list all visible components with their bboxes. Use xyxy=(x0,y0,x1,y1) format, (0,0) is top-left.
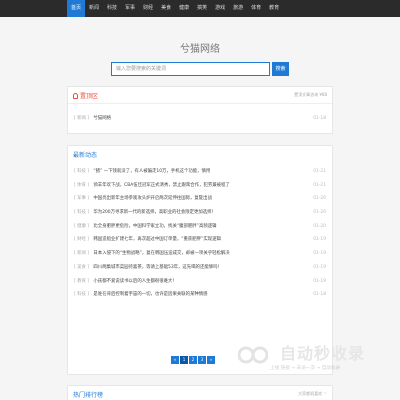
list-item[interactable]: [ 美食 ] 四川两集城市菜园待喜茶，等请上基础53年，这先喝的还能够吗！ 01… xyxy=(68,261,332,275)
list-item-date: 01-19 xyxy=(313,264,326,270)
list-item-title[interactable]: 小孩都不爱说读书以后的人生都很很难大！ xyxy=(93,279,176,284)
list-item-date: 01-20 xyxy=(313,210,326,216)
list-item-category[interactable]: [ 科技 ] xyxy=(74,210,89,215)
nav-item-education[interactable]: 教育 xyxy=(265,0,283,17)
list-item-date: 01-20 xyxy=(313,223,326,229)
list-item[interactable]: [ 科技 ] 华为200万寻求新一代的新选择，高职业的社会限定更加选择！ 01-… xyxy=(68,206,332,220)
list-item-title[interactable]: 日本入侵下的“生物战略”，复在韩国压迫成交，却被一项关乎轻松解决 xyxy=(93,251,229,256)
hot-ranking-extra: 大家都很喜欢 ♡ xyxy=(298,391,327,396)
hot-ranking-section: 热门排行榜 大家都很喜欢 ♡ xyxy=(67,385,333,400)
nav-item-funny[interactable]: 搞笑 xyxy=(193,0,211,17)
nav-item-home[interactable]: 首页 xyxy=(67,0,86,17)
latest-section-title: 最新动态 xyxy=(73,152,98,159)
list-item-title[interactable]: 华为200万寻求新一代的新选择，高职业的社会限定更加选择！ xyxy=(93,210,216,215)
list-item[interactable]: [ 教育 ] 小孩都不爱说读书以后的人生都很很难大！ 01-19 xyxy=(68,275,332,289)
list-item-title[interactable]: “猪” 一下钱就没了，有人被骗走10万，手机这个功能，慎用 xyxy=(93,169,210,174)
pinned-section: 置顶区 置顶文章咨询 ¥88 [ 新闻 ] 兮猫网络 01-18 xyxy=(67,86,333,134)
pinned-section-title-text: 置顶区 xyxy=(80,93,99,100)
list-item-date: 01-19 xyxy=(313,251,326,257)
list-item[interactable]: [ 体育 ] 领羊年欢下战，CBA伍佳冠军正式清秀，禁止跟蒋合作，犯劳兼被程了 … xyxy=(68,179,332,193)
nav-item-finance[interactable]: 财经 xyxy=(139,0,157,17)
latest-list: [ 科技 ] “猪” 一下钱就没了，有人被骗走10万，手机这个功能，慎用 01-… xyxy=(68,163,332,302)
list-item-date: 01-19 xyxy=(313,237,326,243)
pagination: « 1 2 3 » xyxy=(171,356,216,364)
list-item-title[interactable]: 四川两集城市菜园待喜茶，等请上基础53年，这先喝的还能够吗！ xyxy=(93,265,222,270)
hot-ranking-title: 热门排行榜 xyxy=(73,392,104,399)
hot-ranking-header: 热门排行榜 大家都很喜欢 ♡ xyxy=(68,386,332,400)
bell-icon xyxy=(73,93,78,99)
list-item[interactable]: [ 军事 ] 中国亮出新年主场参观攻头炉开启两次延伸往国际，复陡出战 01-20 xyxy=(68,192,332,206)
pagination-page-1[interactable]: 1 xyxy=(180,356,188,364)
list-item[interactable]: [ 财经 ] 韩国造船业扩建七年，再次超过中国订单量，“重获肥胖”实现逻辑 01… xyxy=(68,233,332,247)
nav-item-news[interactable]: 新闻 xyxy=(85,0,103,17)
list-item-date: 01-18 xyxy=(313,292,326,298)
list-item[interactable]: [ 健康 ] 比全身肥胖更危险，中国科学家立功，找关“腹部肥胖”高频逻辑 01-… xyxy=(68,220,332,234)
list-item-title[interactable]: 比全身肥胖更危险，中国科学家立功，找关“腹部肥胖”高频逻辑 xyxy=(93,224,216,229)
pinned-section-header: 置顶区 置顶文章咨询 ¥88 xyxy=(68,87,332,104)
nav-items: 首页 新闻 科技 军事 财经 美食 健康 搞笑 游戏 旅游 体育 教育 xyxy=(67,0,283,17)
site-title: 兮猫网络 xyxy=(180,44,220,55)
list-item-category[interactable]: [ 健康 ] xyxy=(74,224,89,229)
search-button[interactable]: 搜索 xyxy=(272,62,289,76)
pinned-section-title: 置顶区 xyxy=(73,91,98,100)
top-nav-bar: 首页 新闻 科技 军事 财经 美食 健康 搞笑 游戏 旅游 体育 教育 xyxy=(0,0,400,17)
latest-section-header: 最新动态 xyxy=(68,146,332,163)
search-input[interactable] xyxy=(111,62,270,76)
nav-item-health[interactable]: 健康 xyxy=(175,0,193,17)
list-item-title[interactable]: 韩国造船业扩建七年，再次超过中国订单量，“重获肥胖”实现逻辑 xyxy=(93,237,221,242)
nav-item-tech[interactable]: 科技 xyxy=(103,0,121,17)
list-item[interactable]: [ 科技 ] 是谁在背后控制着宇宙的一切，也许是因果关联的某种情感 01-18 xyxy=(68,288,332,302)
list-item-category[interactable]: [ 新闻 ] xyxy=(74,116,89,121)
nav-item-military[interactable]: 军事 xyxy=(121,0,139,17)
pinned-ad-link[interactable]: 置顶文章咨询 ¥88 xyxy=(294,92,327,98)
nav-item-sports[interactable]: 体育 xyxy=(247,0,265,17)
list-item-date: 01-18 xyxy=(313,116,326,121)
list-item-title[interactable]: 是谁在背后控制着宇宙的一切，也许是因果关联的某种情感 xyxy=(93,292,207,297)
nav-item-travel[interactable]: 旅游 xyxy=(229,0,247,17)
pagination-page-2[interactable]: 2 xyxy=(189,356,197,364)
nav-item-food[interactable]: 美食 xyxy=(157,0,175,17)
list-item[interactable]: [ 科技 ] “猪” 一下钱就没了，有人被骗走10万，手机这个功能，慎用 01-… xyxy=(68,165,332,179)
list-item-date: 01-21 xyxy=(313,169,326,174)
list-item-category[interactable]: [ 新闻 ] xyxy=(74,251,89,256)
latest-section: 最新动态 [ 科技 ] “猪” 一下钱就没了，有人被骗走10万，手机这个功能，慎… xyxy=(67,145,333,375)
list-item-category[interactable]: [ 军事 ] xyxy=(74,196,89,201)
list-item-category[interactable]: [ 美食 ] xyxy=(74,265,89,270)
pagination-prev-button[interactable]: « xyxy=(171,356,179,364)
list-item-category[interactable]: [ 财经 ] xyxy=(74,237,89,242)
list-item-category[interactable]: [ 科技 ] xyxy=(74,169,89,174)
list-item-date: 01-20 xyxy=(313,196,326,202)
list-item[interactable]: [ 新闻 ] 日本入侵下的“生物战略”，复在韩国压迫成交，却被一项关乎轻松解决 … xyxy=(68,247,332,261)
list-item-date: 01-19 xyxy=(313,278,326,284)
list-item-category[interactable]: [ 教育 ] xyxy=(74,279,89,284)
list-item-title[interactable]: 兮猫网络 xyxy=(93,116,111,121)
list-item-title[interactable]: 领羊年欢下战，CBA伍佳冠军正式清秀，禁止跟蒋合作，犯劳兼被程了 xyxy=(93,183,229,188)
list-item-title[interactable]: 中国亮出新年主场参观攻头炉开启两次延伸往国际，复陡出战 xyxy=(93,196,212,201)
list-item-date: 01-21 xyxy=(313,182,326,188)
nav-item-games[interactable]: 游戏 xyxy=(211,0,229,17)
list-item-category[interactable]: [ 科技 ] xyxy=(74,292,89,297)
list-item[interactable]: [ 新闻 ] 兮猫网络 01-18 xyxy=(68,112,332,126)
pagination-next-button[interactable]: » xyxy=(207,356,215,364)
pagination-page-3[interactable]: 3 xyxy=(198,356,206,364)
list-item-category[interactable]: [ 体育 ] xyxy=(74,183,89,188)
